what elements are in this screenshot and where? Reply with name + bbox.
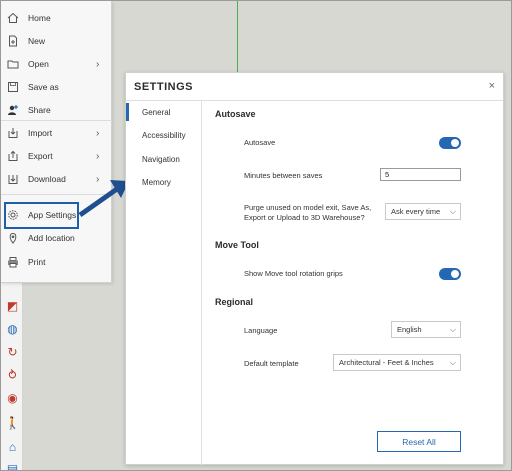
- menu-item-label: Save as: [28, 82, 59, 92]
- menu-item-export[interactable]: Export ›: [1, 145, 112, 167]
- settings-dialog: SETTINGS × General Accessibility Navigat…: [125, 72, 504, 465]
- menu-item-label: New: [28, 36, 46, 46]
- chevron-down-icon: ⌵: [449, 325, 456, 334]
- printer-icon: [6, 255, 20, 269]
- menu-item-new[interactable]: New: [1, 30, 112, 52]
- folder-icon: [6, 57, 20, 71]
- tape-measure-icon[interactable]: ◉: [5, 390, 20, 405]
- chevron-down-icon: ⌵: [449, 358, 456, 367]
- purge-select[interactable]: Ask every time ⌵: [385, 203, 461, 220]
- settings-nav: General Accessibility Navigation Memory: [126, 101, 202, 465]
- menu-item-share[interactable]: Share: [1, 99, 112, 121]
- nav-item-memory[interactable]: Memory: [126, 173, 201, 191]
- menu-item-save-as[interactable]: Save as: [1, 76, 112, 98]
- home-icon: [6, 11, 20, 25]
- section-heading-autosave: Autosave: [215, 109, 256, 119]
- menu-item-label: Print: [28, 257, 46, 267]
- dialog-title: SETTINGS: [134, 81, 194, 93]
- chevron-right-icon: ›: [96, 127, 100, 139]
- menu-item-print[interactable]: Print: [1, 251, 112, 273]
- green-axis-line: [237, 1, 238, 73]
- purge-label-line-1: Purge unused on model exit, Save As,: [244, 203, 372, 212]
- chevron-down-icon: ⌵: [449, 207, 456, 216]
- rotate-tool-icon[interactable]: ↻: [5, 344, 20, 359]
- follow-me-tool-icon[interactable]: ⥁: [5, 367, 20, 382]
- menu-item-label: Home: [28, 13, 51, 23]
- share-user-icon: [6, 103, 20, 117]
- menu-item-label: Export: [28, 151, 53, 161]
- warehouse-icon[interactable]: ⌂: [5, 439, 20, 454]
- menu-item-label: Download: [28, 174, 66, 184]
- minutes-input[interactable]: 5: [380, 168, 461, 181]
- export-icon: [6, 149, 20, 163]
- close-icon[interactable]: ×: [489, 80, 495, 92]
- chevron-right-icon: ›: [96, 150, 100, 162]
- download-icon: [6, 172, 20, 186]
- callout-arrow-icon: [78, 180, 129, 218]
- purge-label-line-2: Export or Upload to 3D Warehouse?: [244, 213, 365, 222]
- section-heading-regional: Regional: [215, 297, 254, 307]
- autosave-label: Autosave: [244, 138, 276, 147]
- toggle-knob: [451, 139, 459, 147]
- reset-all-button[interactable]: Reset All: [377, 431, 461, 452]
- menu-item-home[interactable]: Home: [1, 7, 112, 29]
- move-grips-label: Show Move tool rotation grips: [244, 269, 343, 278]
- nav-item-navigation[interactable]: Navigation: [126, 150, 201, 168]
- menu-item-label: Share: [28, 105, 51, 115]
- language-label: Language: [244, 326, 278, 335]
- app-window: ◩ ◍ ↻ ⥁ ◉ 🚶 ⌂ ▤ Home New Open › Save as …: [0, 0, 512, 471]
- minutes-label: Minutes between saves: [244, 171, 323, 180]
- language-select-value: English: [397, 325, 422, 334]
- extension-icon[interactable]: ▤: [5, 461, 20, 471]
- eraser-tool-icon[interactable]: ◩: [5, 298, 20, 313]
- menu-item-add-location[interactable]: Add location: [1, 227, 112, 249]
- language-select[interactable]: English ⌵: [391, 321, 461, 338]
- app-settings-highlight: [4, 202, 79, 229]
- nav-item-accessibility[interactable]: Accessibility: [126, 126, 201, 144]
- import-icon: [6, 126, 20, 140]
- menu-item-label: Add location: [28, 233, 75, 243]
- purge-select-value: Ask every time: [391, 207, 441, 216]
- file-menu: Home New Open › Save as Share Import › E…: [1, 1, 112, 283]
- paint-tool-icon[interactable]: ◍: [5, 321, 20, 336]
- template-label: Default template: [244, 359, 299, 368]
- location-pin-icon: [6, 231, 20, 245]
- template-select[interactable]: Architectural - Feet & Inches ⌵: [333, 354, 461, 371]
- move-grips-toggle[interactable]: [439, 268, 461, 280]
- nav-item-general[interactable]: General: [126, 103, 201, 121]
- menu-item-label: Open: [28, 59, 49, 69]
- toggle-knob: [451, 270, 459, 278]
- autosave-toggle[interactable]: [439, 137, 461, 149]
- save-icon: [6, 80, 20, 94]
- template-select-value: Architectural - Feet & Inches: [339, 358, 434, 367]
- new-file-icon: [6, 34, 20, 48]
- chevron-right-icon: ›: [96, 58, 100, 70]
- menu-item-import[interactable]: Import ›: [1, 122, 112, 144]
- section-heading-move-tool: Move Tool: [215, 240, 259, 250]
- menu-item-open[interactable]: Open ›: [1, 53, 112, 75]
- settings-content: Autosave Autosave Minutes between saves …: [203, 101, 503, 465]
- menu-item-label: Import: [28, 128, 53, 138]
- walk-tool-icon[interactable]: 🚶: [5, 415, 20, 430]
- menu-divider: [1, 120, 112, 121]
